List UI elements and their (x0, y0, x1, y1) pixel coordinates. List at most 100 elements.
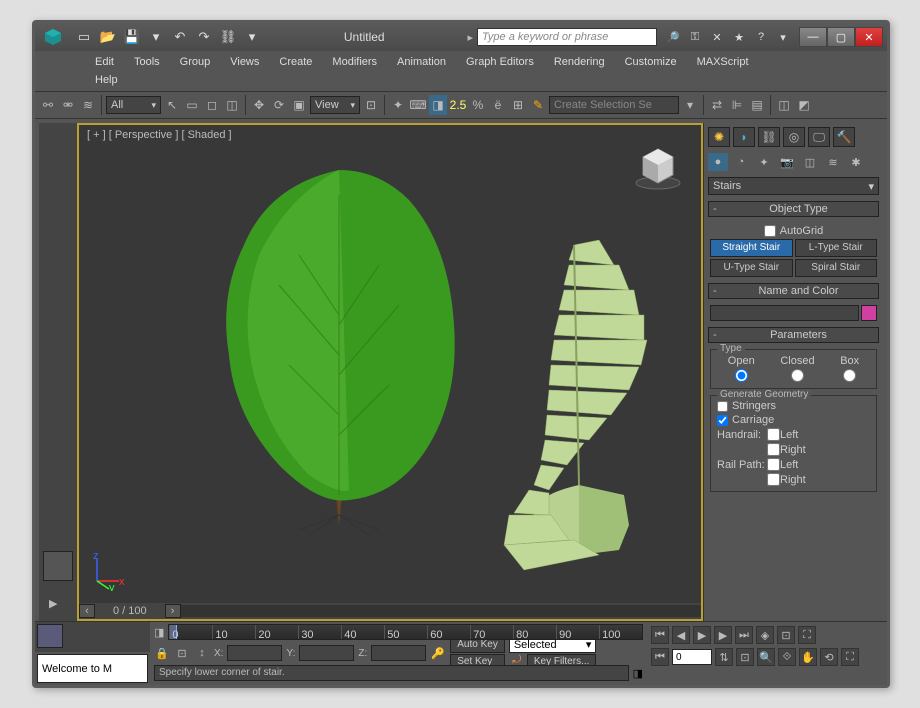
app-logo-icon[interactable] (39, 25, 67, 49)
track-thumb[interactable] (37, 624, 63, 648)
minimize-button[interactable]: — (799, 27, 827, 47)
type-open-radio[interactable] (735, 369, 748, 382)
link-icon[interactable]: ⚯ (39, 95, 57, 115)
motion-tab-icon[interactable]: ◎ (783, 127, 805, 147)
isolate-icon[interactable]: ⛶ (798, 626, 816, 644)
absolute-icon[interactable]: ↕ (194, 647, 210, 659)
railpath-right-check[interactable] (767, 473, 780, 486)
play-icon[interactable]: ▶ (49, 597, 65, 613)
type-closed-radio[interactable] (791, 369, 804, 382)
lights-icon[interactable]: ✦ (754, 153, 774, 171)
geometry-icon[interactable]: ● (708, 153, 728, 171)
menu-graph-editors[interactable]: Graph Editors (456, 53, 544, 71)
unlink-icon[interactable]: ⚮ (59, 95, 77, 115)
scroll-track[interactable] (181, 605, 701, 617)
goto-start-icon[interactable]: ⏮ (651, 626, 669, 644)
open-icon[interactable]: 📂 (99, 28, 117, 46)
menu-customize[interactable]: Customize (615, 53, 687, 71)
undo-icon[interactable]: ↶ (171, 28, 189, 46)
schematic-icon[interactable]: ◩ (795, 95, 813, 115)
pivot-icon[interactable]: ⊡ (362, 95, 380, 115)
filter-dropdown[interactable]: All (106, 96, 161, 114)
move-icon[interactable]: ✥ (250, 95, 268, 115)
current-frame-input[interactable] (672, 649, 712, 665)
play-icon[interactable]: ▶ (693, 626, 711, 644)
redo-icon[interactable]: ↷ (195, 28, 213, 46)
menu-rendering[interactable]: Rendering (544, 53, 615, 71)
carriage-check[interactable] (717, 415, 728, 426)
close-button[interactable]: ✕ (855, 27, 883, 47)
scale-icon[interactable]: ▣ (290, 95, 308, 115)
hierarchy-tab-icon[interactable]: ⛓ (758, 127, 780, 147)
spinner-icon[interactable]: ⇅ (715, 648, 733, 666)
fov-icon[interactable]: ⟐ (778, 648, 796, 666)
time-config-icon[interactable]: ⊡ (777, 626, 795, 644)
chevron-down-icon[interactable]: ▾ (775, 29, 791, 45)
goto-end-icon[interactable]: ⏭ (735, 626, 753, 644)
keyboard-icon[interactable]: ⌨ (409, 95, 427, 115)
curve-editor-icon[interactable]: ◫ (775, 95, 793, 115)
star-icon[interactable]: ★ (731, 29, 747, 45)
menu-help[interactable]: Help (85, 71, 128, 89)
spacewarps-icon[interactable]: ≋ (823, 153, 843, 171)
search-input[interactable]: Type a keyword or phrase (477, 28, 657, 46)
viewport-scrollbar[interactable]: ‹ 0 / 100 › (79, 603, 701, 619)
viewport-perspective[interactable]: [ + ] [ Perspective ] [ Shaded ] (77, 123, 703, 621)
edit-sel-icon[interactable]: ✎ (529, 95, 547, 115)
lock-icon[interactable]: 🔒 (154, 647, 170, 660)
prev-key-icon[interactable]: ⏮ (651, 648, 669, 666)
key-icon[interactable]: 🔑 (430, 647, 446, 660)
help-icon[interactable]: ? (753, 29, 769, 45)
rollout-name-color[interactable]: - Name and Color (708, 283, 879, 299)
bind-icon[interactable]: ≋ (79, 95, 97, 115)
layers-icon[interactable]: ▤ (748, 95, 766, 115)
menu-maxscript[interactable]: MAXScript (687, 53, 759, 71)
cameras-icon[interactable]: 📷 (777, 153, 797, 171)
spinner-snap-icon[interactable]: ё (489, 95, 507, 115)
z-input[interactable] (371, 645, 426, 661)
menu-tools[interactable]: Tools (124, 53, 170, 71)
rotate-icon[interactable]: ⟳ (270, 95, 288, 115)
dropdown-icon[interactable]: ▾ (681, 95, 699, 115)
key-icon[interactable]: ⚿ (687, 29, 703, 45)
autogrid-checkbox[interactable]: AutoGrid (710, 223, 877, 239)
menu-create[interactable]: Create (269, 53, 322, 71)
exchange-icon[interactable]: ✕ (709, 29, 725, 45)
category-dropdown[interactable]: Stairs (708, 177, 879, 195)
type-u-stair[interactable]: U-Type Stair (710, 259, 793, 277)
chevron-down-icon[interactable]: ▾ (243, 28, 261, 46)
status-icon[interactable]: ◨ (633, 667, 643, 680)
rollout-object-type[interactable]: - Object Type (708, 201, 879, 217)
next-frame-icon[interactable]: ▶ (714, 626, 732, 644)
named-sel-icon[interactable]: ⊞ (509, 95, 527, 115)
type-straight-stair[interactable]: Straight Stair (710, 239, 793, 257)
type-spiral-stair[interactable]: Spiral Stair (795, 259, 878, 277)
maximize-viewport-icon[interactable]: ⛶ (841, 648, 859, 666)
manipulate-icon[interactable]: ✦ (389, 95, 407, 115)
handrail-left-check[interactable] (767, 428, 780, 441)
type-l-stair[interactable]: L-Type Stair (795, 239, 878, 257)
object-color-swatch[interactable] (861, 305, 877, 321)
systems-icon[interactable]: ✱ (846, 153, 866, 171)
menu-animation[interactable]: Animation (387, 53, 456, 71)
create-tab-icon[interactable]: ✺ (708, 127, 730, 147)
chevron-down-icon[interactable]: ▾ (147, 28, 165, 46)
menu-edit[interactable]: Edit (85, 53, 124, 71)
ref-coord-dropdown[interactable]: View (310, 96, 360, 114)
save-icon[interactable]: 💾 (123, 28, 141, 46)
viewport-thumb[interactable] (43, 551, 73, 581)
scroll-left-icon[interactable]: ‹ (79, 604, 95, 618)
viewport-label[interactable]: [ + ] [ Perspective ] [ Shaded ] (87, 129, 232, 141)
x-input[interactable] (227, 645, 282, 661)
zoom-extents-icon[interactable]: ⊡ (736, 648, 754, 666)
key-mode-toggle-icon[interactable]: ◈ (756, 626, 774, 644)
snap-toggle-icon[interactable]: ◨ (429, 95, 447, 115)
mirror-icon[interactable]: ⇄ (708, 95, 726, 115)
prev-frame-icon[interactable]: ◀ (672, 626, 690, 644)
menu-views[interactable]: Views (220, 53, 269, 71)
modify-tab-icon[interactable]: ◗ (733, 127, 755, 147)
percent-snap-icon[interactable]: % (469, 95, 487, 115)
y-input[interactable] (299, 645, 354, 661)
angle-snap-icon[interactable]: 2.5 (449, 95, 467, 115)
railpath-left-check[interactable] (767, 458, 780, 471)
